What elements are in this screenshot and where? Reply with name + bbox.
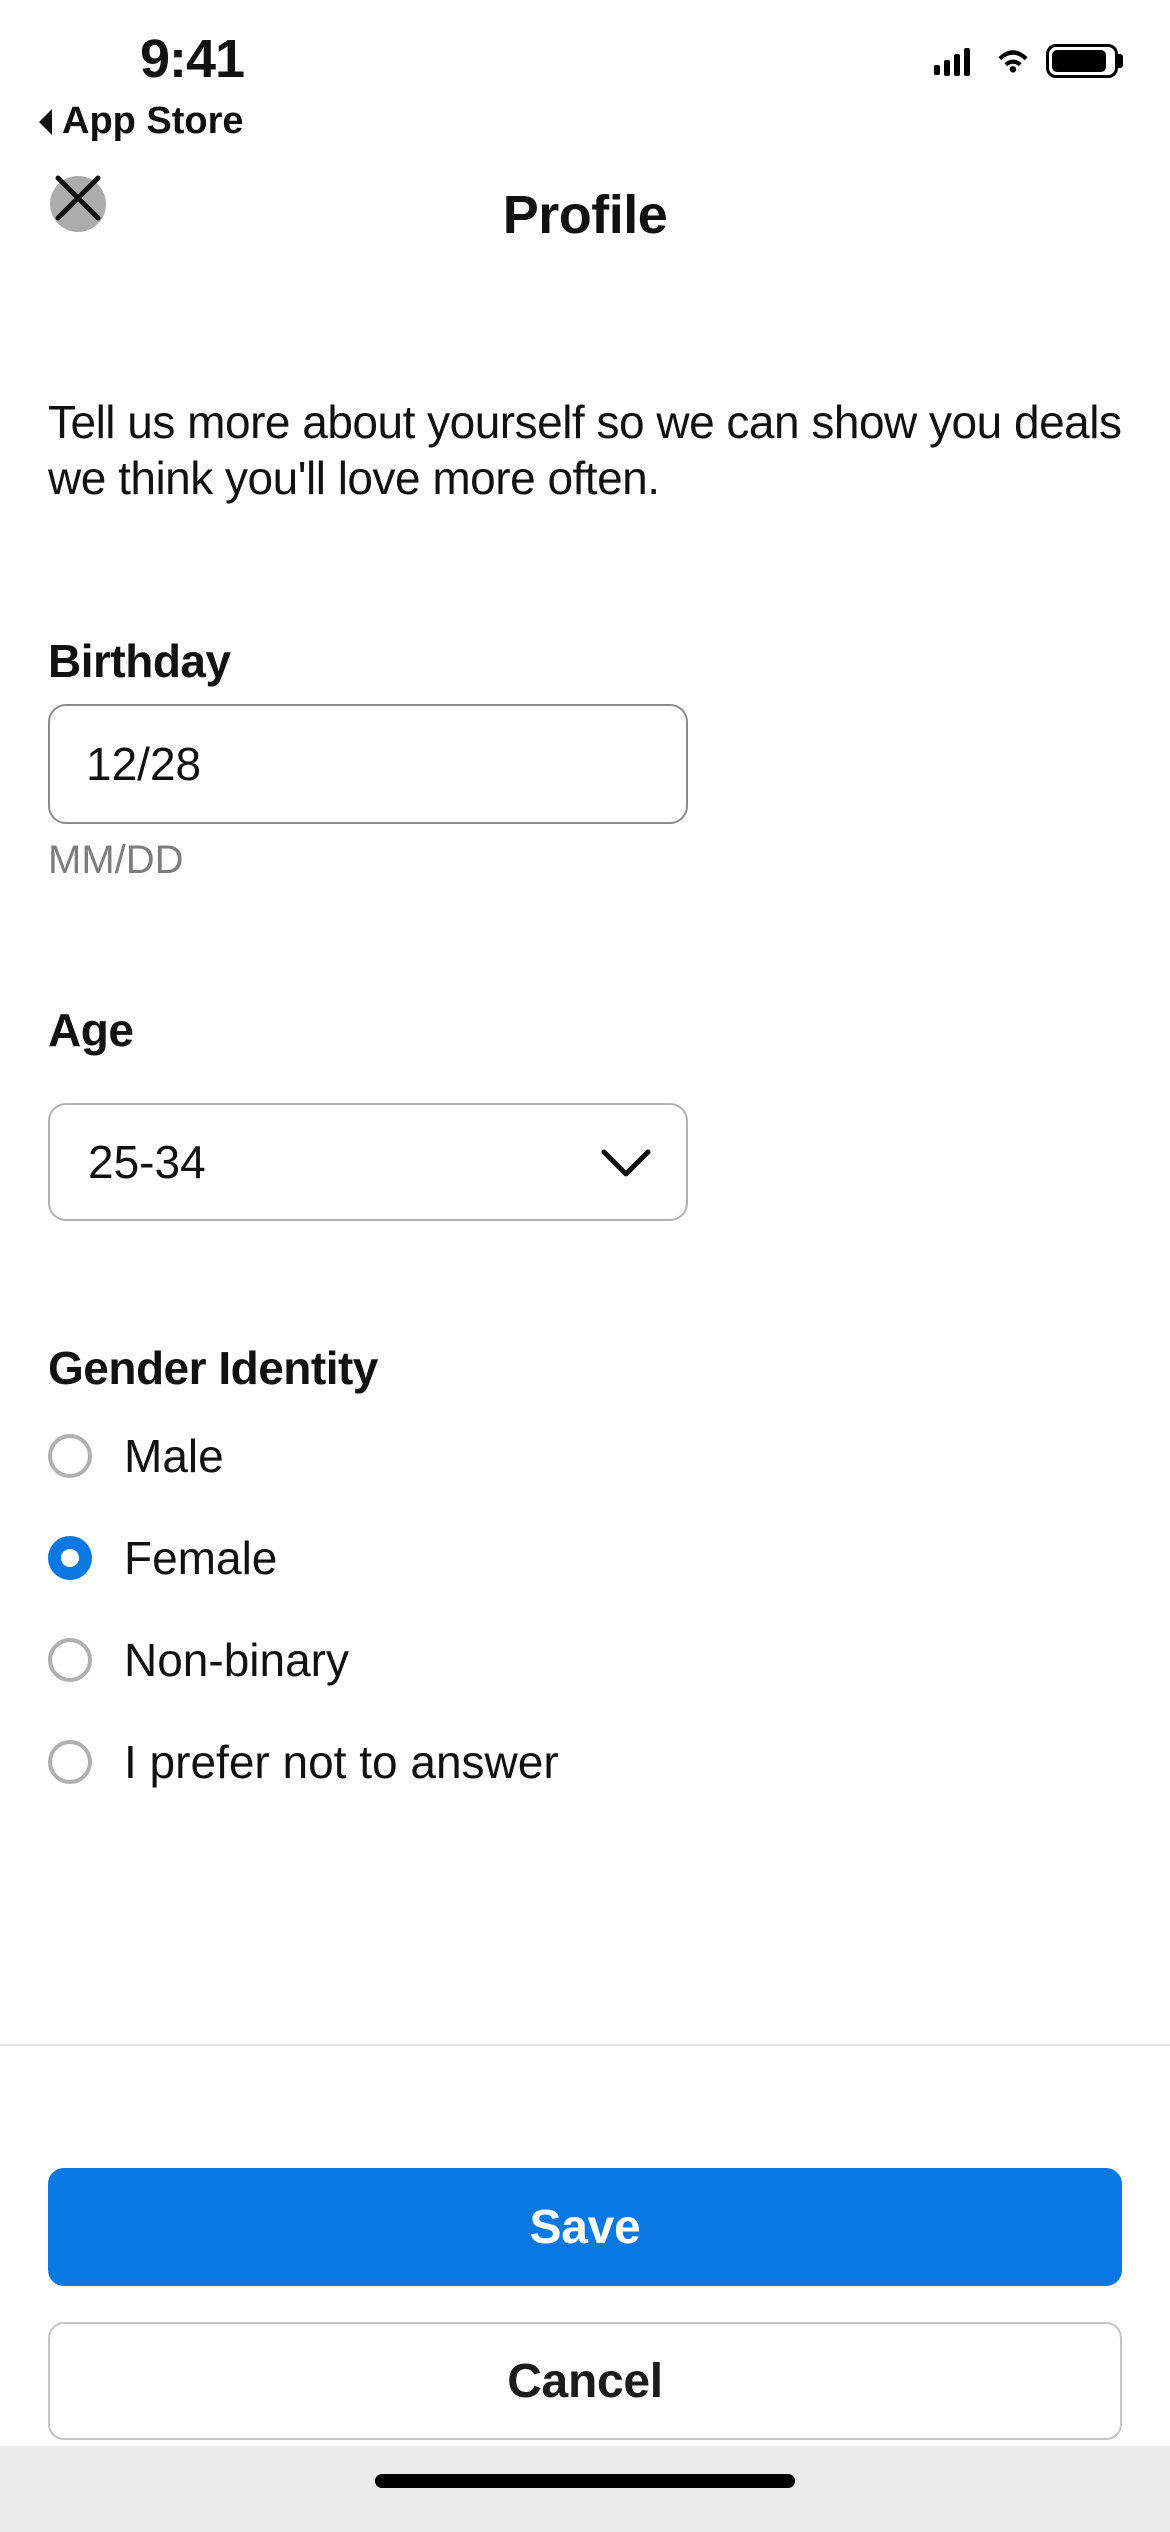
cellular-icon	[934, 46, 980, 76]
gender-option-female[interactable]: Female	[48, 1531, 1122, 1585]
radio-icon	[48, 1740, 92, 1784]
footer-divider	[0, 2044, 1170, 2046]
back-link-label: App Store	[62, 100, 244, 143]
radio-icon	[48, 1638, 92, 1682]
age-label: Age	[48, 1003, 1122, 1057]
age-value: 25-34	[88, 1135, 206, 1189]
back-to-app-store[interactable]: App Store	[34, 100, 244, 143]
chevron-down-icon	[598, 1144, 654, 1180]
status-time: 9:41	[140, 28, 244, 90]
save-button[interactable]: Save	[48, 2168, 1122, 2286]
radio-selected-icon	[48, 1536, 92, 1580]
wifi-icon	[994, 46, 1032, 76]
gender-option-nonbinary[interactable]: Non-binary	[48, 1633, 1122, 1687]
header: Profile	[0, 160, 1170, 270]
cancel-button[interactable]: Cancel	[48, 2322, 1122, 2440]
bottom-safe-area	[0, 2446, 1170, 2532]
chevron-left-icon	[34, 107, 56, 137]
home-indicator[interactable]	[375, 2474, 795, 2488]
page-title: Profile	[503, 184, 668, 246]
age-select[interactable]: 25-34	[48, 1103, 688, 1221]
gender-label: Gender Identity	[48, 1341, 1122, 1395]
close-icon	[52, 172, 104, 224]
radio-label: Female	[124, 1531, 277, 1585]
gender-option-male[interactable]: Male	[48, 1429, 1122, 1483]
birthday-input[interactable]: 12/28	[48, 704, 688, 824]
radio-label: I prefer not to answer	[124, 1735, 559, 1789]
birthday-value: 12/28	[86, 737, 201, 791]
gender-radio-group: Male Female Non-binary I prefer not to a…	[48, 1429, 1122, 1789]
gender-option-prefer-not[interactable]: I prefer not to answer	[48, 1735, 1122, 1789]
status-bar: 9:41	[0, 0, 1170, 100]
battery-icon	[1046, 44, 1118, 78]
close-button[interactable]	[46, 166, 110, 230]
status-icons	[934, 44, 1118, 78]
radio-label: Non-binary	[124, 1633, 349, 1687]
intro-text: Tell us more about yourself so we can sh…	[48, 394, 1122, 506]
radio-icon	[48, 1434, 92, 1478]
radio-label: Male	[124, 1429, 224, 1483]
birthday-hint: MM/DD	[48, 838, 1122, 883]
birthday-label: Birthday	[48, 634, 1122, 688]
